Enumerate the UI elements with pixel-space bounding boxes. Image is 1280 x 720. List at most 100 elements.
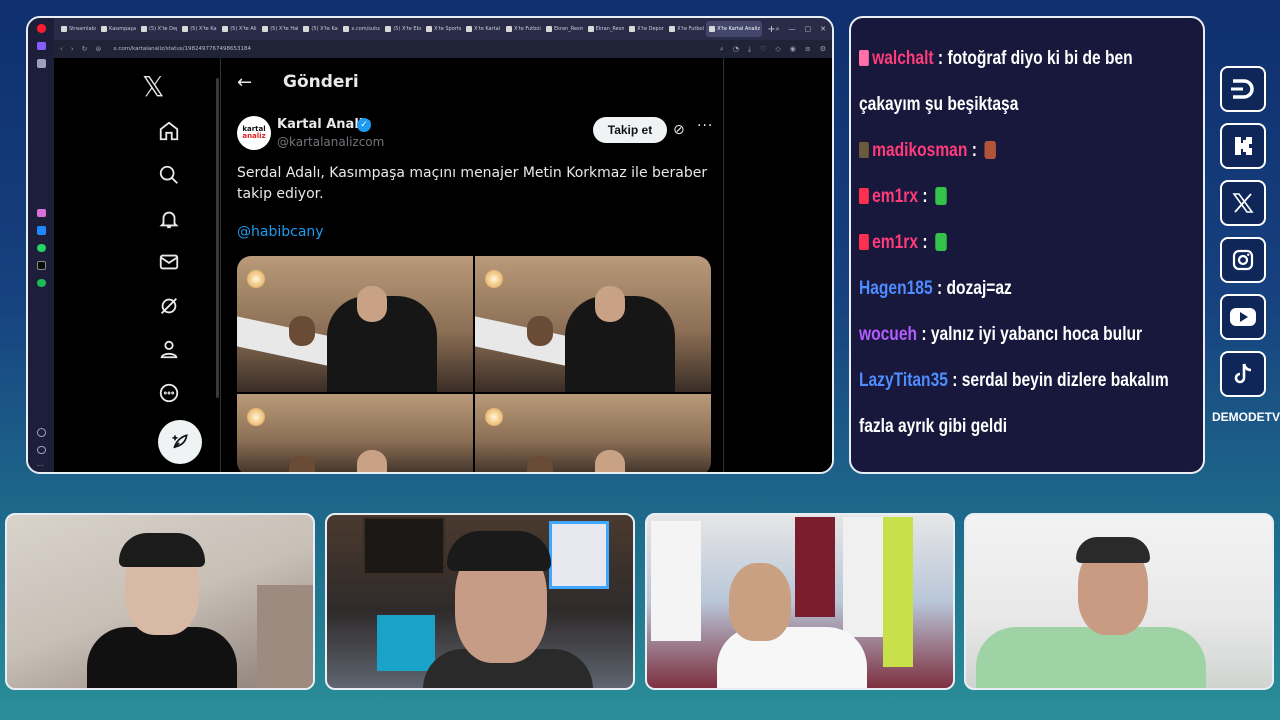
chat-panel: walchalt : fotoğraf diyo ki bi de ben ça…: [849, 16, 1205, 474]
webcam-feed-4: [964, 513, 1274, 690]
browser-tab[interactable]: (5) X'te Ali: [219, 21, 257, 37]
browser-tab[interactable]: Streamlabs: [58, 21, 96, 37]
tab-favicon-icon: [505, 26, 512, 32]
feather-icon: [172, 434, 188, 449]
browser-tab[interactable]: X'te Kartal: [463, 21, 501, 37]
bookmark-icon[interactable]: ♡: [760, 45, 766, 54]
browser-tab[interactable]: X'te Deport: [626, 21, 664, 37]
extensions-icon[interactable]: ◇: [775, 45, 780, 54]
tab-favicon-icon: [587, 26, 594, 32]
aria-icon[interactable]: [36, 41, 46, 51]
user-badge-icon: [859, 50, 869, 66]
home-icon[interactable]: [36, 59, 46, 68]
translate-icon[interactable]: ◔: [733, 45, 739, 54]
browser-tab[interactable]: Ekran_Resm: [543, 21, 583, 37]
browser-tab[interactable]: (5) X'te Dep: [138, 21, 177, 37]
browser-tab[interactable]: Kasımpaşa: [98, 21, 136, 37]
profile-nav-icon[interactable]: [158, 338, 180, 360]
more-options-icon[interactable]: ···: [697, 118, 713, 134]
chat-username[interactable]: em1rx: [872, 186, 918, 207]
avatar-text-2: analiz: [242, 132, 266, 140]
spotify-icon[interactable]: [36, 278, 46, 288]
app-icon[interactable]: [36, 208, 46, 218]
grok-icon[interactable]: ⊘: [673, 122, 685, 138]
close-icon[interactable]: ✕: [820, 25, 826, 34]
tab-label: Ekran_Resm: [553, 26, 583, 32]
browser-tab[interactable]: (5) X'te Hab: [259, 21, 298, 37]
messenger-icon[interactable]: [36, 226, 46, 235]
snapshot-icon[interactable]: ◉: [790, 45, 796, 54]
mention-link[interactable]: @habibcany: [237, 224, 324, 240]
settings-icon[interactable]: ⚙: [820, 45, 826, 54]
tab-favicon-icon: [669, 26, 676, 32]
tweet-photo[interactable]: [237, 256, 473, 392]
forward-icon[interactable]: ›: [71, 45, 74, 53]
home-nav-icon[interactable]: [158, 120, 180, 142]
tiktok-icon[interactable]: [1220, 351, 1266, 397]
chat-username[interactable]: madikosman: [872, 140, 967, 161]
x-nav: 𝕏: [54, 58, 202, 472]
search-icon[interactable]: ⌕: [720, 45, 724, 54]
chat-emote-icon: [935, 187, 947, 205]
user-badge-icon: [859, 234, 869, 250]
download-icon[interactable]: ⤓: [748, 45, 751, 54]
messages-nav-icon[interactable]: [158, 251, 180, 273]
url-field[interactable]: x.com/kartalanaliz/status/19824977674986…: [113, 46, 251, 52]
tweet-photo[interactable]: [237, 394, 473, 472]
browser-tab[interactable]: (5) X'te Kar: [300, 21, 338, 37]
browser-tab[interactable]: (5) X'te Kar: [179, 21, 217, 37]
history-icon[interactable]: [36, 445, 46, 455]
chat-username[interactable]: walchalt: [872, 48, 933, 69]
media-grid: [237, 256, 711, 472]
browser-tab[interactable]: X'te Kartal Analiz: [706, 21, 763, 37]
browser-tab[interactable]: (5) X'te Ebo: [382, 21, 421, 37]
chat-username[interactable]: em1rx: [872, 232, 918, 253]
tweet-photo[interactable]: [475, 394, 711, 472]
whatsapp-icon[interactable]: [36, 243, 46, 253]
chat-username[interactable]: wocueh: [859, 324, 917, 345]
follow-button[interactable]: Takip et: [593, 117, 667, 143]
more-nav-icon[interactable]: [158, 382, 180, 404]
x-logo-icon[interactable]: 𝕏: [142, 70, 165, 103]
tab-favicon-icon: [61, 26, 67, 32]
tab-label: (5) X'te Kar: [311, 26, 339, 32]
heart-icon[interactable]: [36, 428, 46, 437]
browser-tab[interactable]: X'te Futbol: [503, 21, 541, 37]
instagram-icon[interactable]: [1220, 237, 1266, 283]
avatar[interactable]: kartal analiz: [237, 116, 271, 150]
chat-username[interactable]: Hagen185: [859, 278, 933, 299]
browser-tab[interactable]: Ekran_Resm: [585, 21, 624, 37]
browser-tab[interactable]: X'te Sports: [423, 21, 461, 37]
notifications-nav-icon[interactable]: [158, 208, 180, 230]
search-tabs-icon[interactable]: ⌕: [776, 25, 780, 34]
chat-username[interactable]: LazyTitan35: [859, 370, 948, 391]
scrollbar[interactable]: [216, 78, 219, 398]
x-app-icon[interactable]: [36, 261, 46, 270]
more-icon[interactable]: ···: [37, 463, 46, 472]
back-icon[interactable]: ‹: [60, 45, 63, 53]
compose-post-button[interactable]: [158, 420, 202, 464]
grok-nav-icon[interactable]: [158, 295, 180, 317]
tab-favicon-icon: [262, 26, 269, 32]
tab-favicon-icon: [182, 26, 189, 32]
browser-tab[interactable]: X'te Futbol: [666, 21, 704, 37]
kick-icon[interactable]: [1220, 123, 1266, 169]
explore-nav-icon[interactable]: [158, 164, 180, 186]
youtube-icon[interactable]: [1220, 294, 1266, 340]
author-handle[interactable]: @kartalanalizcom: [277, 135, 384, 149]
reload-icon[interactable]: ↻: [82, 45, 88, 53]
easy-setup-icon[interactable]: ≡: [805, 45, 811, 54]
back-arrow-icon[interactable]: ←: [237, 72, 252, 93]
maximize-icon[interactable]: ▢: [805, 25, 812, 34]
tab-label: (5) X'te Hab: [270, 26, 299, 32]
minimize-icon[interactable]: —: [789, 25, 796, 34]
kick-d-logo-icon[interactable]: [1220, 66, 1266, 112]
new-tab-icon[interactable]: +: [767, 24, 775, 35]
post-column: ← Gönderi kartal analiz Kartal Analiz ✓ …: [220, 58, 724, 472]
verified-badge-icon: ✓: [357, 118, 371, 132]
opera-logo-icon[interactable]: [36, 24, 46, 33]
x-social-icon[interactable]: [1220, 180, 1266, 226]
chat-message: walchalt : fotoğraf diyo ki bi de ben ça…: [859, 48, 1133, 115]
browser-tab[interactable]: x.com/sutun: [340, 21, 380, 37]
tweet-photo[interactable]: [475, 256, 711, 392]
